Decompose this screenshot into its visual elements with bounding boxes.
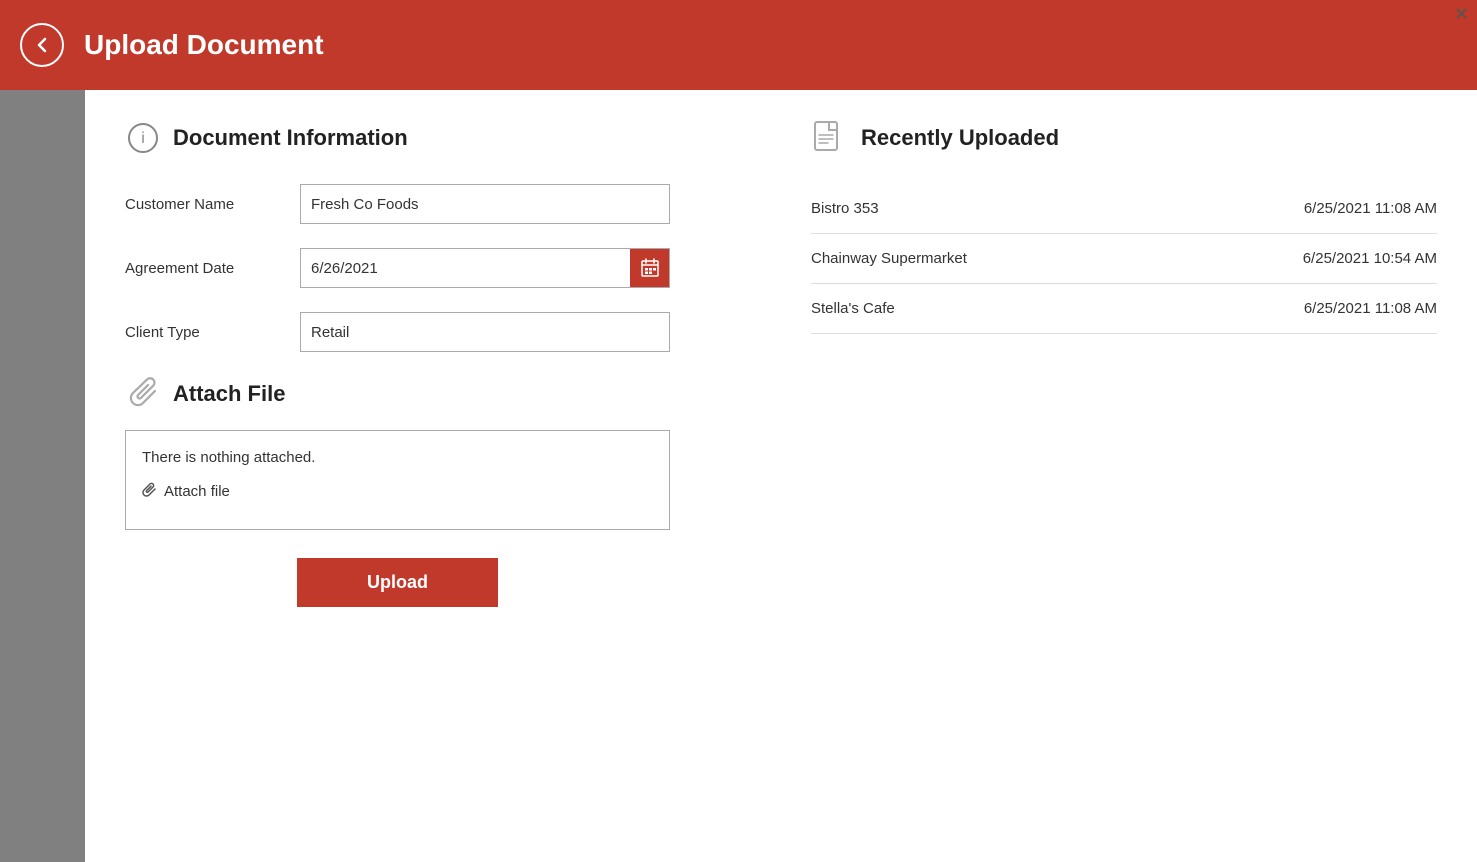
content-area: i Document Information Customer Name Agr… [85,90,1477,862]
right-panel: Recently Uploaded Bistro 353 6/25/2021 1… [791,120,1437,832]
recent-item-2: Stella's Cafe 6/25/2021 11:08 AM [811,284,1437,334]
left-panel: i Document Information Customer Name Agr… [125,120,751,832]
document-icon [811,120,847,156]
attach-file-label: Attach file [164,483,230,500]
sidebar-strip [0,90,85,862]
customer-name-label: Customer Name [125,196,300,213]
recent-item-date-1: 6/25/2021 10:54 AM [1303,250,1437,267]
attach-file-title: Attach File [173,381,285,407]
upload-button[interactable]: Upload [297,558,498,607]
attach-file-header: Attach File [125,376,751,412]
info-circle-icon: i [127,122,159,154]
recent-item-0: Bistro 353 6/25/2021 11:08 AM [811,184,1437,234]
customer-name-input[interactable] [300,184,670,224]
attach-file-section: Attach File There is nothing attached. A… [125,376,751,607]
date-input-wrapper [300,248,670,288]
paperclip-large-icon [125,376,161,412]
recent-item-date-0: 6/25/2021 11:08 AM [1304,200,1437,217]
calendar-button[interactable] [630,248,670,288]
customer-name-group: Customer Name [125,184,751,224]
recently-uploaded-header: Recently Uploaded [811,120,1437,156]
client-type-group: Client Type [125,312,751,352]
back-arrow-icon [32,35,52,55]
client-type-input[interactable] [300,312,670,352]
header-bar: Upload Document [0,0,1477,90]
paperclip-icon-svg [129,377,157,411]
attach-file-link[interactable]: Attach file [142,482,653,500]
client-type-label: Client Type [125,324,300,341]
attach-file-box: There is nothing attached. Attach file [125,430,670,530]
document-info-header: i Document Information [125,120,751,156]
nothing-attached-text: There is nothing attached. [142,449,653,466]
recent-item-name-0: Bistro 353 [811,200,879,217]
document-icon-svg [814,121,844,155]
recent-item-name-1: Chainway Supermarket [811,250,967,267]
svg-text:i: i [141,130,145,147]
agreement-date-input[interactable] [300,248,630,288]
agreement-date-group: Agreement Date [125,248,751,288]
calendar-icon [640,258,660,278]
recent-item-date-2: 6/25/2021 11:08 AM [1304,300,1437,317]
main-content: i Document Information Customer Name Agr… [0,90,1477,862]
close-button[interactable]: ✕ [1454,4,1469,25]
recent-item-name-2: Stella's Cafe [811,300,895,317]
paperclip-small-icon [142,482,156,500]
recent-items-list: Bistro 353 6/25/2021 11:08 AM Chainway S… [811,184,1437,334]
info-icon: i [125,120,161,156]
back-button[interactable] [20,23,64,67]
upload-button-wrapper: Upload [125,558,670,607]
recent-item-1: Chainway Supermarket 6/25/2021 10:54 AM [811,234,1437,284]
document-info-title: Document Information [173,125,408,151]
page-title: Upload Document [84,29,324,61]
agreement-date-label: Agreement Date [125,260,300,277]
recently-uploaded-title: Recently Uploaded [861,125,1059,151]
